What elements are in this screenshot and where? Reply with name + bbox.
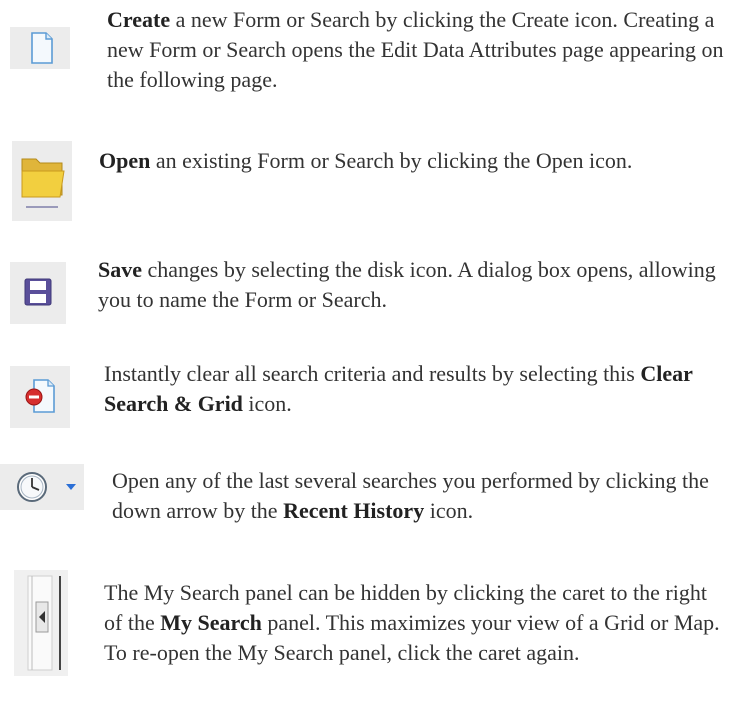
panel-caret-icon[interactable] [14, 570, 68, 676]
open-folder-icon [21, 158, 65, 208]
recent-history-clock-icon [17, 472, 76, 502]
create-term: Create [107, 7, 171, 32]
save-description: Save changes by selecting the disk icon.… [98, 257, 716, 312]
create-description: Create a new Form or Search by clicking … [107, 7, 724, 92]
open-description: Open an existing Form or Search by click… [99, 148, 633, 173]
clear-search-grid-icon [25, 379, 55, 413]
panel-term: My Search [160, 610, 262, 635]
new-document-icon [31, 32, 53, 64]
open-term: Open [99, 148, 151, 173]
history-term: Recent History [283, 498, 425, 523]
history-description: Open any of the last several searches yo… [112, 468, 709, 523]
save-disk-icon [24, 278, 52, 306]
save-term: Save [98, 257, 142, 282]
clear-description: Instantly clear all search criteria and … [104, 361, 693, 416]
panel-description: The My Search panel can be hidden by cli… [104, 580, 720, 665]
